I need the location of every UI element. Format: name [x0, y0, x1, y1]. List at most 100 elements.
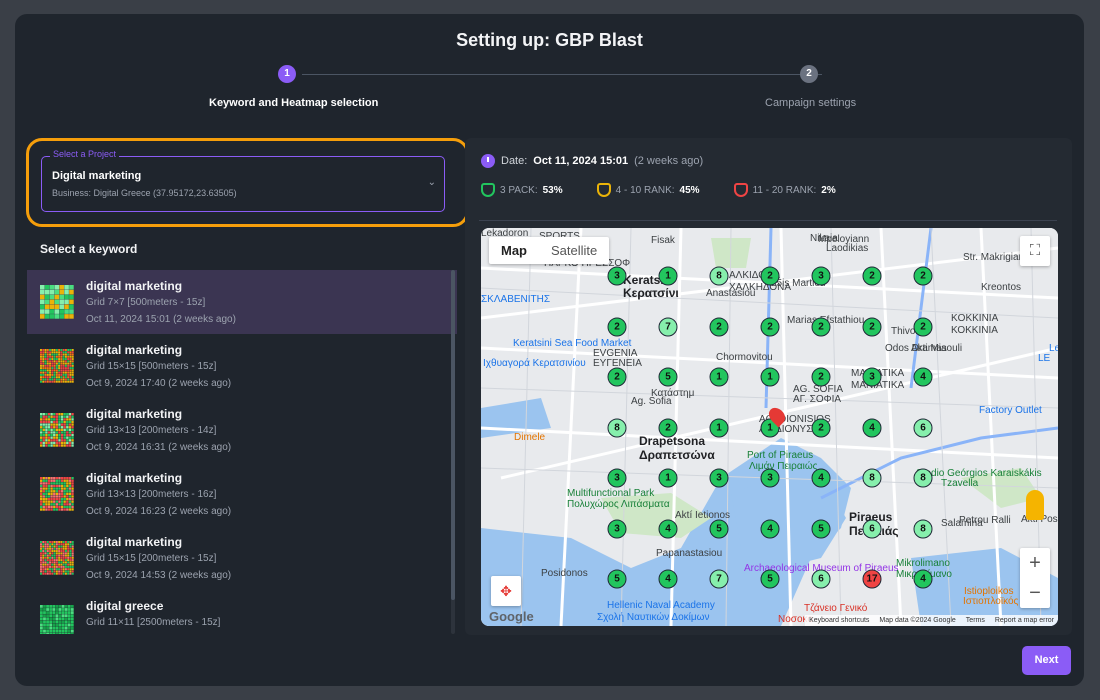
map-label: Hellenic Naval Academy: [607, 600, 715, 611]
heatmap-rank-dot[interactable]: 4: [913, 367, 933, 387]
map-label: Chormovitou: [716, 352, 773, 363]
heatmap-rank-dot[interactable]: 3: [607, 266, 627, 286]
heatmap-rank-dot[interactable]: 8: [709, 266, 729, 286]
project-name: Digital marketing: [52, 170, 142, 182]
heatmap-rank-dot[interactable]: 4: [760, 519, 780, 538]
zoom-out-button[interactable]: −: [1020, 578, 1050, 608]
heatmap-rank-dot[interactable]: 4: [658, 569, 678, 589]
step-2-indicator[interactable]: 2: [800, 65, 818, 83]
heatmap-rank-dot[interactable]: 3: [709, 468, 729, 488]
heatmap-rank-dot[interactable]: 2: [862, 317, 882, 336]
keyword-grid: Grid 7×7 [500meters - 15z]: [86, 297, 206, 308]
map-label: Kreontos: [981, 282, 1022, 293]
heatmap-rank-dot[interactable]: 6: [862, 519, 882, 538]
date-value: Oct 11, 2024 15:01: [533, 155, 629, 167]
heatmap-rank-dot[interactable]: 1: [658, 468, 678, 488]
step-1-indicator[interactable]: 1: [278, 65, 296, 83]
keyword-item[interactable]: digital greece Grid 11×11 [2500meters - 1…: [27, 590, 457, 634]
heatmap-rank-dot[interactable]: 2: [709, 317, 729, 336]
heatmap-rank-dot[interactable]: 2: [760, 317, 780, 336]
map-label: Πολυχώρος Λιπάσματα: [567, 499, 670, 510]
keyboard-shortcuts-link[interactable]: Keyboard shortcuts: [809, 617, 869, 624]
heatmap-rank-dot[interactable]: 2: [607, 367, 627, 387]
heatmap-rank-dot[interactable]: 3: [760, 468, 780, 488]
heatmap-rank-dot[interactable]: 2: [760, 266, 780, 286]
heatmap-map[interactable]: SPORTSΠΑΡΚΟ ΠΡΕΣΣΟΦΣΚΛΑΒΕΝΙΤΗΣKeratsini …: [481, 228, 1058, 626]
chevron-down-icon[interactable]: ⌄: [428, 177, 436, 188]
keyword-item[interactable]: digital marketing Grid 15×15 [500meters -…: [27, 334, 457, 398]
heatmap-rank-dot[interactable]: 4: [913, 569, 933, 589]
keyword-name: digital marketing: [86, 471, 183, 485]
heatmap-rank-dot[interactable]: 8: [607, 418, 627, 437]
keyword-item[interactable]: digital marketing Grid 7×7 [500meters - 1…: [27, 270, 457, 334]
heatmap-rank-dot[interactable]: 4: [658, 519, 678, 538]
heatmap-rank-dot[interactable]: 2: [811, 418, 831, 437]
project-select[interactable]: Select a Project Digital marketing Busin…: [41, 149, 445, 212]
keyword-item[interactable]: digital marketing Grid 13×13 [200meters -…: [27, 398, 457, 462]
divider: [479, 220, 1057, 221]
map-label: Tzavella: [941, 478, 979, 489]
heatmap-rank-dot[interactable]: 2: [913, 266, 933, 286]
heatmap-rank-dot[interactable]: 6: [811, 569, 831, 589]
heatmap-rank-dot[interactable]: 1: [760, 367, 780, 387]
fullscreen-icon[interactable]: ⛶: [1020, 236, 1050, 266]
heatmap-rank-dot[interactable]: 2: [913, 317, 933, 336]
heatmap-rank-dot[interactable]: 2: [607, 317, 627, 336]
keyword-grid: Grid 15×15 [500meters - 15z]: [86, 361, 217, 372]
heatmap-rank-dot[interactable]: 5: [760, 569, 780, 589]
heatmap-rank-dot[interactable]: 8: [862, 468, 882, 488]
heatmap-thumbnail: [40, 605, 74, 634]
map-label: Salamina: [941, 518, 983, 529]
keyword-list-scrollbar[interactable]: [451, 270, 455, 634]
rank-label: 11 - 20 RANK:: [752, 184, 817, 196]
heatmap-rank-dot[interactable]: 1: [658, 266, 678, 286]
keyword-item[interactable]: digital marketing Grid 15×15 [200meters -…: [27, 526, 457, 590]
trophy-icon: [733, 183, 748, 197]
zoom-in-button[interactable]: +: [1020, 548, 1050, 578]
heatmap-rank-dot[interactable]: 8: [913, 468, 933, 488]
heatmap-rank-dot[interactable]: 1: [709, 418, 729, 437]
heatmap-rank-dot[interactable]: 2: [658, 418, 678, 437]
heatmap-rank-dot[interactable]: 7: [709, 569, 729, 589]
keyword-name: digital marketing: [86, 535, 183, 549]
terms-link[interactable]: Terms: [966, 617, 985, 624]
scrollbar-thumb[interactable]: [451, 270, 455, 600]
heatmap-thumbnail: [40, 285, 74, 319]
project-select-highlight: Select a Project Digital marketing Busin…: [26, 138, 469, 227]
keyword-item[interactable]: digital marketing Grid 13×13 [200meters -…: [27, 462, 457, 526]
heatmap-rank-dot[interactable]: 3: [862, 367, 882, 387]
recenter-icon[interactable]: ✥: [491, 576, 521, 606]
heatmap-rank-dot[interactable]: 3: [811, 266, 831, 286]
google-logo: Google: [489, 609, 534, 624]
keyword-heading: Select a keyword: [40, 242, 138, 256]
heatmap-rank-dot[interactable]: 1: [709, 367, 729, 387]
heatmap-rank-dot[interactable]: 3: [607, 519, 627, 538]
heatmap-rank-dot[interactable]: 6: [913, 418, 933, 437]
heatmap-rank-dot[interactable]: 2: [862, 266, 882, 286]
map-label: Dimele: [514, 432, 546, 443]
heatmap-rank-dot[interactable]: 7: [658, 317, 678, 336]
heatmap-rank-dot[interactable]: 2: [811, 367, 831, 387]
heatmap-rank-dot[interactable]: 5: [607, 569, 627, 589]
map-label: ΑΓ. ΣΟΦΙΑ: [793, 394, 842, 405]
heatmap-rank-dot[interactable]: 4: [862, 418, 882, 437]
report-error-link[interactable]: Report a map error: [995, 617, 1054, 624]
map-type-map[interactable]: Map: [489, 237, 539, 264]
street-view-pegman-icon[interactable]: [1026, 490, 1044, 520]
map-label: Δραπετσώνα: [639, 448, 715, 462]
heatmap-rank-dot[interactable]: 17: [862, 569, 882, 589]
heatmap-rank-dot[interactable]: 4: [811, 468, 831, 488]
map-data-text: Map data ©2024 Google: [879, 617, 956, 624]
map-type-satellite[interactable]: Satellite: [539, 237, 609, 264]
next-button[interactable]: Next: [1022, 646, 1071, 675]
rank-label: 3 PACK:: [500, 184, 538, 196]
map-label: Akti Miaouli: [911, 343, 963, 354]
heatmap-rank-dot[interactable]: 3: [607, 468, 627, 488]
keyword-date: Oct 9, 2024 16:23 (2 weeks ago): [86, 506, 232, 517]
heatmap-rank-dot[interactable]: 8: [913, 519, 933, 538]
map-label: Multifunctional Park: [567, 488, 655, 499]
heatmap-rank-dot[interactable]: 5: [811, 519, 831, 538]
heatmap-rank-dot[interactable]: 2: [811, 317, 831, 336]
heatmap-rank-dot[interactable]: 5: [658, 367, 678, 387]
heatmap-rank-dot[interactable]: 5: [709, 519, 729, 538]
